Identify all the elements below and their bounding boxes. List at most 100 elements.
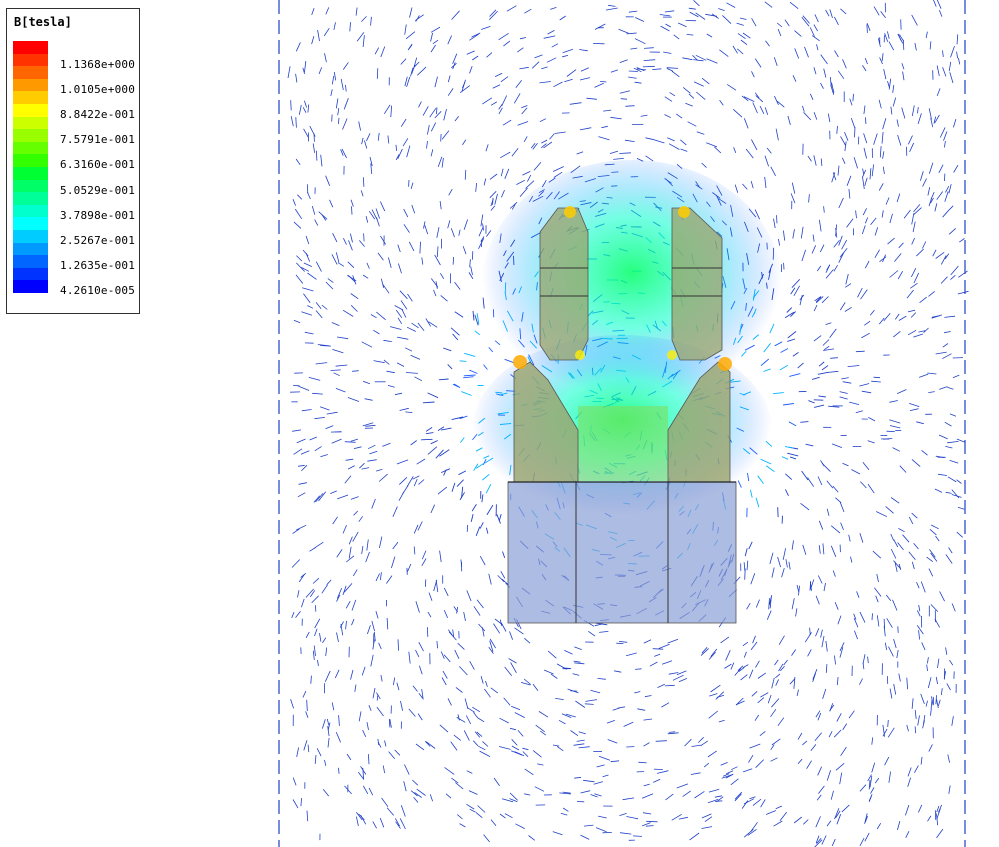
- field-vector: [500, 571, 506, 579]
- field-vector: [489, 191, 497, 199]
- field-vector: [376, 694, 379, 701]
- field-vector: [911, 268, 917, 278]
- field-vector: [940, 255, 947, 265]
- field-vector: [914, 765, 919, 773]
- field-vector: [948, 228, 956, 235]
- field-vector: [874, 249, 880, 258]
- field-vector: [871, 380, 881, 383]
- field-vector: [494, 193, 498, 205]
- field-vector: [394, 392, 403, 396]
- field-vector: [826, 370, 839, 373]
- field-vector: [499, 619, 503, 626]
- field-vector: [427, 611, 432, 618]
- field-vector: [532, 683, 539, 692]
- field-vector: [905, 804, 910, 816]
- field-vector: [834, 655, 836, 665]
- field-vector: [405, 347, 413, 352]
- field-vector: [722, 15, 732, 24]
- field-vector: [818, 395, 826, 398]
- field-vector: [562, 55, 569, 58]
- field-vector: [287, 66, 291, 79]
- field-vector: [361, 545, 364, 555]
- field-vector: [864, 57, 868, 65]
- field-vector: [321, 584, 328, 594]
- field-vector: [840, 136, 847, 146]
- field-vector: [821, 296, 829, 304]
- field-vector: [555, 698, 564, 700]
- field-vector: [844, 131, 849, 141]
- field-vector: [653, 139, 665, 144]
- field-vector: [882, 118, 887, 130]
- field-vector: [556, 746, 564, 752]
- field-vector: [645, 825, 654, 827]
- field-vector: [813, 335, 822, 342]
- field-vector: [325, 425, 334, 430]
- field-vector: [847, 365, 860, 367]
- field-vector: [397, 317, 403, 325]
- field-vector: [839, 391, 848, 394]
- field-vector: [730, 778, 739, 786]
- field-vector: [488, 573, 492, 585]
- field-vector: [689, 832, 700, 841]
- field-vector: [476, 599, 484, 609]
- field-vector: [944, 140, 946, 148]
- field-vector: [769, 552, 774, 565]
- field-vector: [598, 136, 610, 141]
- field-vector: [930, 708, 932, 716]
- field-vector: [687, 121, 697, 127]
- field-vector: [292, 429, 302, 432]
- field-vector: [787, 338, 796, 342]
- field-vector: [386, 617, 389, 630]
- field-vector: [465, 715, 472, 725]
- field-vector: [292, 799, 299, 809]
- field-vector: [862, 177, 865, 190]
- field-vector: [315, 492, 324, 503]
- field-vector: [466, 803, 475, 810]
- field-vector: [307, 272, 317, 280]
- field-vector: [935, 676, 938, 685]
- field-vector: [508, 658, 517, 664]
- field-vector: [693, 0, 700, 7]
- field-vector: [499, 717, 509, 724]
- field-vector: [407, 44, 413, 51]
- field-vector: [641, 793, 654, 799]
- field-vector: [447, 629, 453, 636]
- field-vector: [797, 732, 803, 740]
- field-vector: [771, 567, 775, 578]
- field-vector: [390, 326, 402, 330]
- field-vector: [878, 99, 882, 109]
- field-vector: [857, 287, 863, 298]
- field-vector: [776, 22, 783, 28]
- field-vector: [319, 406, 330, 411]
- field-vector: [791, 182, 796, 194]
- field-vector: [296, 255, 303, 262]
- hot-spot-2: [678, 206, 690, 218]
- field-vector: [578, 746, 590, 749]
- field-vector: [860, 289, 868, 300]
- field-vector: [707, 750, 717, 758]
- field-vector: [832, 570, 836, 577]
- field-vector: [636, 68, 647, 71]
- field-vector: [397, 148, 403, 159]
- field-vector: [880, 11, 886, 18]
- field-vector: [635, 17, 645, 22]
- field-vector: [501, 622, 507, 632]
- legend-swatch: [13, 192, 48, 206]
- field-vector: [336, 587, 343, 599]
- legend-swatch: [13, 255, 48, 269]
- field-vector: [760, 799, 766, 808]
- field-vector: [764, 155, 769, 167]
- field-vector: [718, 8, 725, 11]
- field-vector: [785, 559, 788, 568]
- field-vector: [394, 305, 404, 311]
- field-vector: [307, 104, 310, 113]
- field-vector: [399, 818, 406, 830]
- field-vector: [736, 22, 744, 26]
- field-vector: [348, 240, 353, 251]
- field-vector: [893, 330, 901, 338]
- field-vector: [607, 739, 618, 744]
- field-vector: [685, 102, 693, 107]
- field-vector: [522, 171, 531, 176]
- field-vector: [876, 615, 880, 627]
- field-vector: [803, 819, 809, 825]
